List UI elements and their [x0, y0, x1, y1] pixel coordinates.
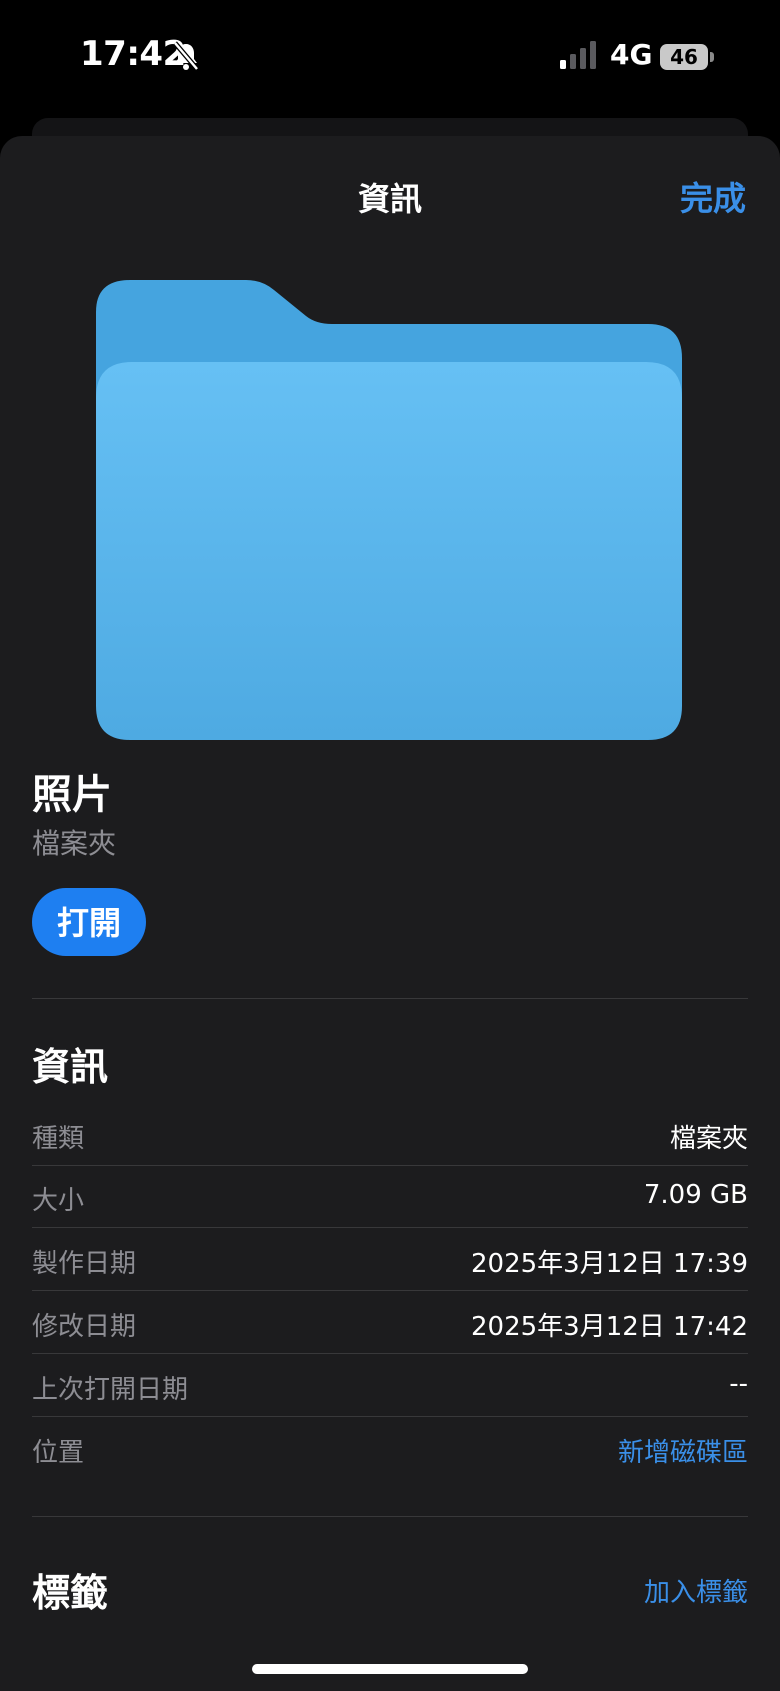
- row-label: 上次打開日期: [32, 1375, 189, 1405]
- info-row-modified: 修改日期 2025年3月12日 17:42: [32, 1292, 748, 1354]
- add-tag-button[interactable]: 加入標籤: [644, 1572, 748, 1609]
- network-type: 4G: [610, 38, 653, 71]
- location-link[interactable]: 新增磁碟區: [618, 1432, 748, 1469]
- info-row-last-opened: 上次打開日期 --: [32, 1355, 748, 1417]
- row-value: 檔案夾: [669, 1124, 748, 1154]
- row-divider: [32, 1290, 748, 1291]
- row-divider: [32, 1416, 748, 1417]
- open-button[interactable]: 打開: [32, 888, 146, 956]
- done-button[interactable]: 完成: [680, 172, 746, 220]
- battery-level: 46: [670, 45, 698, 69]
- info-row-created: 製作日期 2025年3月12日 17:39: [32, 1229, 748, 1291]
- row-value: 2025年3月12日 17:39: [471, 1249, 748, 1279]
- divider: [32, 998, 748, 999]
- item-kind: 檔案夾: [32, 827, 117, 860]
- row-label: 修改日期: [32, 1312, 137, 1342]
- row-label: 大小: [32, 1186, 85, 1216]
- row-label: 種類: [32, 1124, 85, 1154]
- info-row-kind: 種類 檔案夾: [32, 1104, 748, 1166]
- status-bar: 17:42 4G 46: [0, 0, 780, 115]
- cellular-signal-icon: [560, 41, 596, 69]
- row-label: 製作日期: [32, 1249, 137, 1279]
- row-value: --: [729, 1369, 748, 1399]
- divider: [32, 1516, 748, 1517]
- info-row-location: 位置 新增磁碟區: [32, 1418, 748, 1480]
- folder-icon: [96, 280, 682, 740]
- info-row-size: 大小 7.09 GB: [32, 1166, 748, 1228]
- bell-slash-icon: [173, 41, 199, 71]
- tags-heading: 標籤: [32, 1571, 109, 1615]
- sheet-title: 資訊: [357, 180, 422, 218]
- home-indicator[interactable]: [252, 1664, 528, 1674]
- row-value: 2025年3月12日 17:42: [471, 1312, 748, 1342]
- info-heading: 資訊: [32, 1045, 109, 1089]
- row-divider: [32, 1353, 748, 1354]
- row-label: 位置: [32, 1438, 85, 1468]
- row-value: 7.09 GB: [643, 1180, 748, 1210]
- row-divider: [32, 1227, 748, 1228]
- item-name: 照片: [32, 772, 112, 818]
- battery-icon: 46: [660, 44, 714, 70]
